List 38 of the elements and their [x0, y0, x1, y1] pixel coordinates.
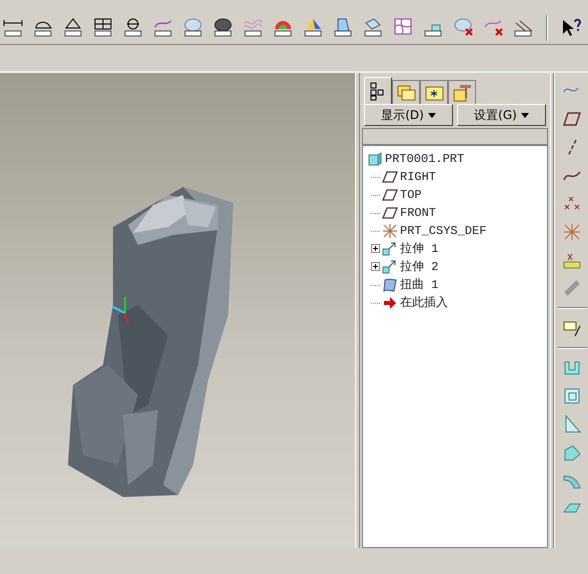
plane-icon	[382, 187, 398, 203]
tree-item[interactable]: 拉伸 1	[400, 240, 438, 258]
box-icon[interactable]	[362, 17, 384, 39]
wave-icon[interactable]	[242, 17, 264, 39]
dropdown-button[interactable]: 设置(G)	[457, 104, 546, 126]
tree-item[interactable]: 拉伸 2	[400, 258, 438, 276]
shell-icon[interactable]	[562, 386, 582, 406]
part-icon	[367, 151, 383, 167]
shaded-surface-icon[interactable]	[212, 17, 234, 39]
expand-icon[interactable]	[371, 262, 380, 272]
angle-icon[interactable]	[62, 17, 84, 39]
extrude-icon	[382, 259, 398, 275]
csys-icon[interactable]	[562, 222, 582, 242]
tree-item[interactable]: FRONT	[400, 204, 436, 222]
plane-icon	[382, 169, 398, 185]
wedge-icon[interactable]	[332, 17, 354, 39]
expand-icon[interactable]	[371, 244, 380, 254]
help-pointer-icon[interactable]	[560, 17, 582, 39]
csys-icon	[382, 223, 398, 239]
arrow-icon	[382, 295, 398, 311]
panel-tab[interactable]	[420, 80, 448, 104]
tree-item[interactable]: RIGHT	[400, 168, 436, 186]
warp-icon	[382, 277, 398, 293]
tree-item[interactable]: 在此插入	[400, 294, 448, 312]
tree-item[interactable]: PRT0001.PRT	[385, 150, 464, 168]
dimension-icon[interactable]	[2, 17, 24, 39]
extrude-icon	[382, 241, 398, 257]
folder-hammer-icon	[452, 82, 472, 103]
surface-icon[interactable]	[182, 17, 204, 39]
dropdown-button[interactable]: 显示(D)	[364, 104, 453, 126]
caret-icon	[520, 112, 529, 118]
plane-icon	[382, 205, 398, 221]
diameter-icon[interactable]	[122, 17, 144, 39]
tree-item[interactable]: TOP	[400, 186, 422, 204]
tree-item[interactable]: 扭曲 1	[400, 276, 438, 294]
tree-item[interactable]: PRT_CSYS_DEF	[400, 222, 486, 240]
grid-icon[interactable]	[92, 17, 114, 39]
caret-icon	[428, 112, 436, 118]
